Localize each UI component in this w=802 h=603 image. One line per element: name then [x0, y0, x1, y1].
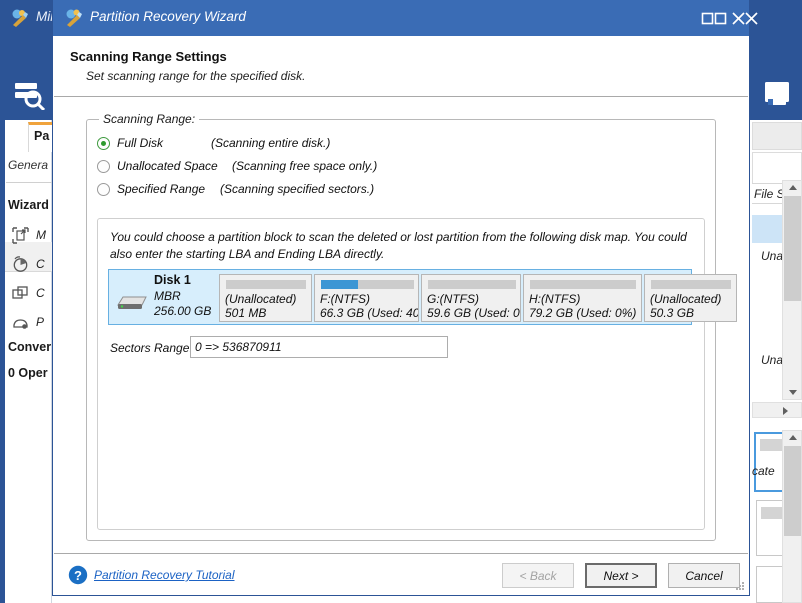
- left-panel-divider: [6, 182, 52, 183]
- dialog-body: Scanning Range: Full Disk (Scanning enti…: [54, 97, 748, 553]
- partition-recovery-icon: [12, 314, 29, 331]
- main-window-close-button[interactable]: [723, 0, 753, 36]
- manual-book-icon: [760, 99, 794, 113]
- scroll-up-icon-2[interactable]: [789, 435, 797, 440]
- right-panel-vscrollbar[interactable]: [782, 180, 802, 400]
- partition-block-2[interactable]: G:(NTFS) 59.6 GB (Used: 0: [421, 274, 521, 322]
- partition-usage-bar-1: [321, 280, 414, 289]
- ribbon-item-manual[interactable]: [757, 80, 797, 113]
- menu-item-migrate-os-label: M: [36, 228, 46, 242]
- scroll-right-icon[interactable]: [783, 407, 792, 415]
- partition-usage-bar-4: [651, 280, 731, 289]
- wizard-icon: [64, 8, 84, 28]
- partition-block-4[interactable]: (Unallocated) 50.3 GB: [644, 274, 737, 322]
- section-header-operations: 0 Oper: [8, 366, 48, 380]
- radio-full-disk-label: Full Disk: [117, 136, 163, 150]
- ribbon-item-data-recovery[interactable]: [4, 80, 52, 113]
- right-panel-vscroll-thumb-2[interactable]: [784, 446, 801, 536]
- radio-full-disk-mark[interactable]: [97, 137, 110, 150]
- partition-label-2: G:(NTFS): [427, 292, 479, 306]
- dialog-header: Scanning Range Settings Set scanning ran…: [54, 36, 748, 97]
- radio-specified-range-label: Specified Range: [117, 182, 205, 196]
- dialog-title: Partition Recovery Wizard: [90, 9, 246, 24]
- maximize-icon: [701, 12, 714, 25]
- partition-recovery-tutorial-link[interactable]: Partition Recovery Tutorial: [94, 568, 235, 582]
- partition-size-2: 59.6 GB (Used: 0: [427, 306, 520, 320]
- general-label: Genera: [8, 158, 48, 172]
- page-title: Scanning Range Settings: [70, 49, 227, 64]
- partition-usage-bar-2: [428, 280, 516, 289]
- dialog-footer: ? Partition Recovery Tutorial < Back Nex…: [54, 553, 748, 595]
- sectors-range-label: Sectors Range:: [110, 341, 193, 355]
- tab-partition-label: Pa: [34, 129, 49, 143]
- radio-full-disk-hint: (Scanning entire disk.): [211, 136, 330, 150]
- radio-specified-range-hint: (Scanning specified sectors.): [220, 182, 374, 196]
- dialog-titlebar[interactable]: Partition Recovery Wizard: [53, 0, 749, 36]
- disk-map[interactable]: Disk 1 MBR 256.00 GB (Unallocated) 501 M…: [108, 269, 692, 325]
- copy-disk-icon: [12, 256, 29, 273]
- migrate-os-icon: [12, 227, 29, 244]
- disk-map-panel: You could choose a partition block to sc…: [97, 218, 705, 530]
- main-left-panel: [0, 120, 52, 603]
- right-panel-vscrollbar-2[interactable]: [782, 430, 802, 603]
- right-panel-row-4: Una: [761, 353, 783, 367]
- menu-item-copy-disk-label: C: [36, 257, 45, 271]
- right-panel-hscrollbar[interactable]: [752, 402, 802, 418]
- sectors-range-input[interactable]: [190, 336, 448, 358]
- screen: Mir Data Re: [0, 0, 802, 603]
- main-window-maximize-button[interactable]: [692, 0, 722, 36]
- right-panel-toolbar: [752, 122, 802, 150]
- scroll-down-icon[interactable]: [789, 390, 797, 395]
- card-label: cate: [752, 464, 775, 478]
- radio-unallocated-space-hint: (Scanning free space only.): [232, 159, 377, 173]
- section-header-convert: Conver: [8, 340, 51, 354]
- radio-specified-range-mark[interactable]: [97, 183, 110, 196]
- disk-capacity: 256.00 GB: [154, 304, 211, 318]
- disk-scheme: MBR: [154, 289, 181, 303]
- help-question-icon[interactable]: ?: [68, 565, 88, 585]
- scroll-up-icon[interactable]: [789, 185, 797, 190]
- radio-unallocated-space-mark[interactable]: [97, 160, 110, 173]
- right-panel-row-0: Una: [761, 249, 783, 263]
- copy-partition-icon: [12, 285, 29, 302]
- partition-size-4: 50.3 GB: [650, 306, 694, 320]
- scanning-range-legend: Scanning Range:: [99, 112, 199, 126]
- menu-item-copy-partition-label: C: [36, 286, 45, 300]
- svg-text:?: ?: [74, 568, 82, 583]
- partition-block-0[interactable]: (Unallocated) 501 MB: [219, 274, 312, 322]
- next-button[interactable]: Next >: [585, 563, 657, 588]
- partition-label-1: F:(NTFS): [320, 292, 370, 306]
- column-header-file-system: File S: [754, 187, 785, 201]
- partition-size-3: 79.2 GB (Used: 0%): [529, 306, 636, 320]
- left-window-edge: [0, 120, 5, 603]
- disk-name: Disk 1: [154, 273, 191, 287]
- resize-grip[interactable]: [735, 582, 745, 592]
- right-panel-vscroll-thumb[interactable]: [784, 196, 801, 301]
- disk-map-description: You could choose a partition block to sc…: [110, 229, 696, 263]
- partition-label-3: H:(NTFS): [529, 292, 580, 306]
- partition-block-1[interactable]: F:(NTFS) 66.3 GB (Used: 40%): [314, 274, 419, 322]
- partition-usage-bar-3: [530, 280, 636, 289]
- partition-label-0: (Unallocated): [225, 292, 296, 306]
- radio-unallocated-space-label: Unallocated Space: [117, 159, 218, 173]
- partition-size-0: 501 MB: [225, 306, 266, 320]
- menu-item-partition-recovery-label: P: [36, 315, 44, 329]
- partition-size-1: 66.3 GB (Used: 40%): [320, 306, 419, 320]
- partition-usage-bar-0: [226, 280, 306, 289]
- page-subtitle: Set scanning range for the specified dis…: [86, 69, 305, 83]
- app-icon: [10, 8, 30, 28]
- cancel-button[interactable]: Cancel: [668, 563, 740, 588]
- close-icon: [732, 12, 745, 25]
- data-recovery-icon: [11, 99, 45, 113]
- partition-recovery-wizard-dialog: Partition Recovery Wizard Scanning Range…: [52, 0, 750, 596]
- disk-header[interactable]: Disk 1 MBR 256.00 GB: [110, 271, 215, 323]
- partition-block-3[interactable]: H:(NTFS) 79.2 GB (Used: 0%): [523, 274, 642, 322]
- scanning-range-groupbox: Scanning Range: Full Disk (Scanning enti…: [86, 119, 716, 541]
- hard-disk-icon: [116, 293, 148, 311]
- section-header-wizard: Wizard: [8, 198, 49, 212]
- partition-label-4: (Unallocated): [650, 292, 721, 306]
- back-button[interactable]: < Back: [502, 563, 574, 588]
